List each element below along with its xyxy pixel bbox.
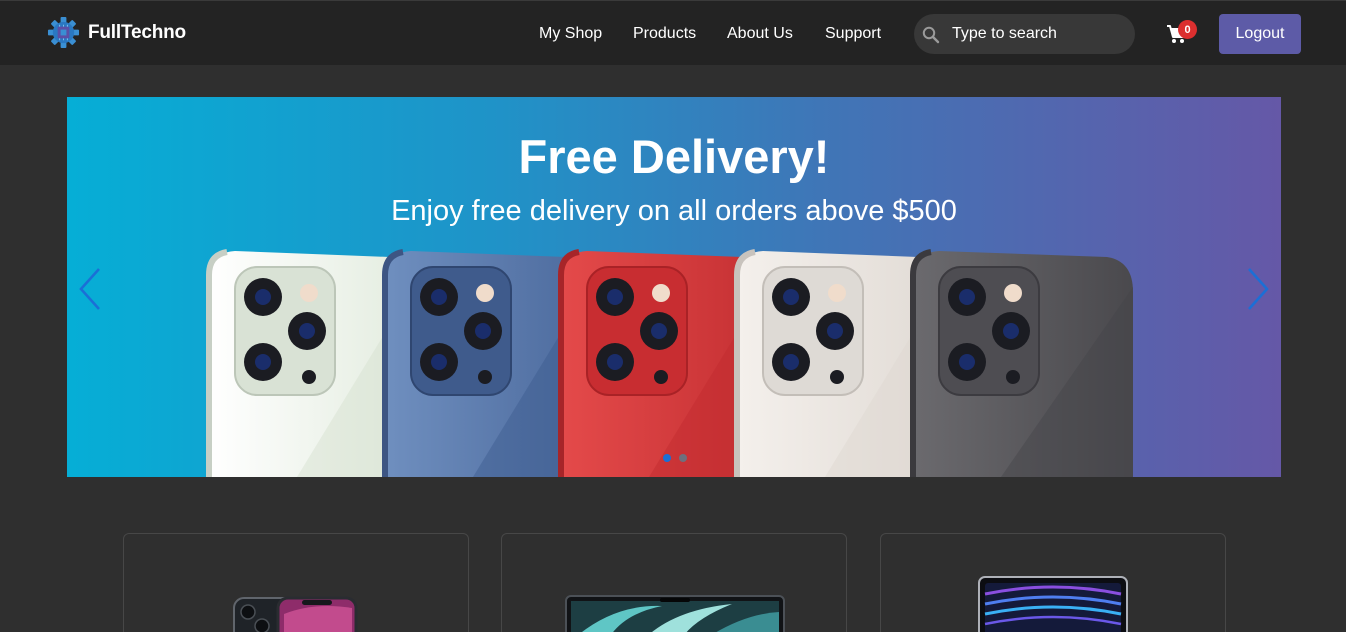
carousel-prev-arrow-icon[interactable] [77,265,105,313]
logout-button[interactable]: Logout [1219,14,1301,54]
nav-link-support[interactable]: Support [825,25,881,43]
iphone-image [233,596,358,632]
ipad-image [978,576,1128,632]
nav-link-products[interactable]: Products [633,25,696,43]
search-icon[interactable] [922,26,940,44]
product-card-ipad[interactable] [880,533,1226,632]
gear-chip-logo-icon [47,16,80,49]
carousel-indicator-1[interactable] [663,454,671,462]
cart-count-badge: 0 [1178,20,1197,39]
carousel-next-arrow-icon[interactable] [1243,265,1271,313]
nav-link-about-us[interactable]: About Us [727,25,793,43]
hero-subtitle: Enjoy free delivery on all orders above … [391,195,957,227]
nav-link-my-shop[interactable]: My Shop [539,25,602,43]
carousel-indicators [663,454,687,462]
navbar: FullTechno My Shop Products About Us Sup… [0,0,1346,65]
search-input[interactable] [952,22,1122,46]
search-box [914,14,1135,54]
brand[interactable]: FullTechno [47,16,186,49]
product-card-macbook[interactable] [501,533,847,632]
brand-name: FullTechno [88,21,186,43]
macbook-image [565,595,785,632]
hero-title: Free Delivery! [518,130,830,183]
hero-carousel: Free Delivery! Enjoy free delivery on al… [67,97,1281,477]
product-card-iphone[interactable] [123,533,469,632]
carousel-indicator-2[interactable] [679,454,687,462]
